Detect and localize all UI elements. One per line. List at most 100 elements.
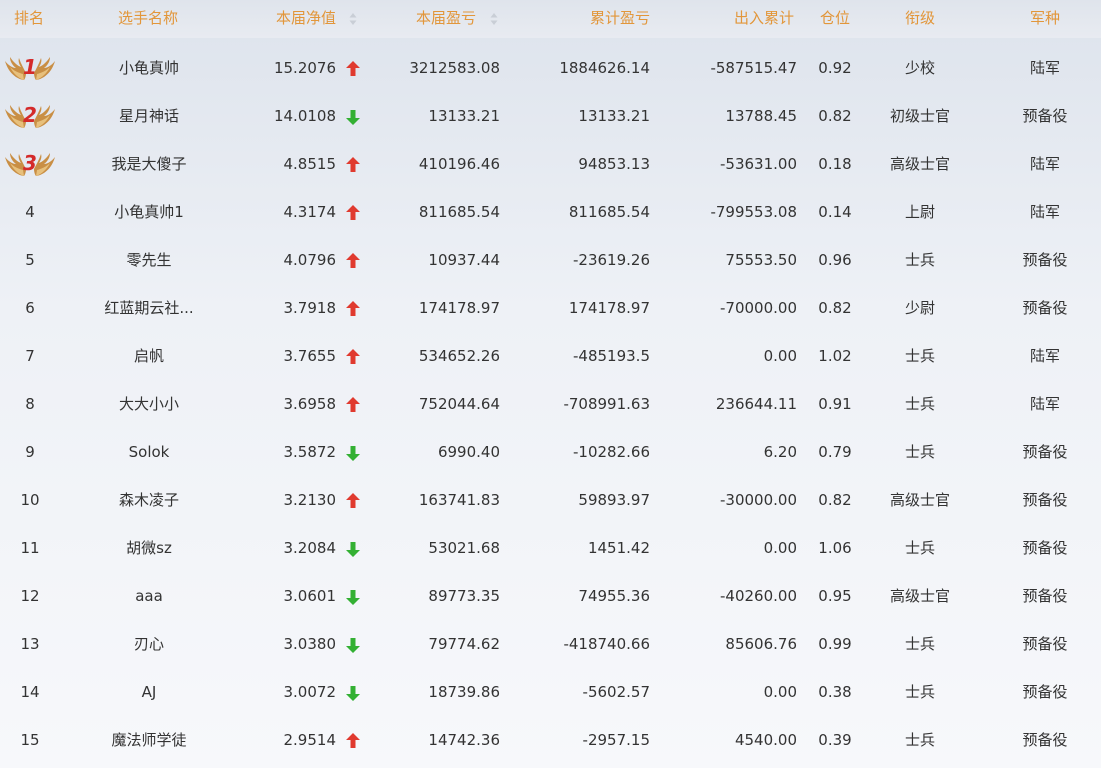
- position-value: 0.82: [818, 491, 852, 509]
- table-row[interactable]: 4 小龟真帅1 4.3174 811685.54 811685.54 -799553.08…: [0, 188, 1101, 236]
- player-name[interactable]: 我是大傻子: [90, 140, 208, 188]
- profit-value: 18739.86: [428, 683, 500, 701]
- rank-title: 士兵: [904, 635, 935, 653]
- cumulative-profit-value: 1884626.14: [559, 59, 650, 77]
- position-value: 1.02: [818, 347, 852, 365]
- table-row[interactable]: 5 零先生 4.0796 10937.44 -23619.26 75553.50 0.96 士…: [0, 236, 1101, 284]
- cash-flow-value: -70000.00: [720, 299, 797, 317]
- cumulative-profit-value: -485193.5: [573, 347, 650, 365]
- rank-title: 士兵: [904, 251, 935, 269]
- table-row[interactable]: 13 刃心 3.0380 79774.62 -418740.66 85606.76 0.99…: [0, 620, 1101, 668]
- player-name[interactable]: 大大小小: [90, 380, 208, 428]
- cash-flow-value: 75553.50: [725, 251, 797, 269]
- cash-flow-value: 13788.45: [725, 107, 797, 125]
- net-value: 4.3174: [283, 203, 337, 221]
- profit-value: 410196.46: [418, 155, 500, 173]
- table-row[interactable]: 10 森木凌子 3.2130 163741.83 59893.97 -30000.00 0.…: [0, 476, 1101, 524]
- table-row[interactable]: 11 胡微sz 3.2084 53021.68 1451.42 0.00 1.06 士兵 预备役: [0, 524, 1101, 572]
- branch-value: 预备役: [1022, 491, 1068, 509]
- player-name[interactable]: 启帆: [90, 332, 208, 380]
- player-name[interactable]: 胡微sz: [90, 524, 208, 572]
- rank-badge-wings-icon: 2: [4, 100, 56, 132]
- table-row[interactable]: 2 星月神话 14.0108 13133.21 13133.21 13788.45 0.82…: [0, 92, 1101, 140]
- player-name[interactable]: aaa: [90, 572, 208, 620]
- position-value: 0.18: [818, 155, 852, 173]
- arrow-up-icon: [346, 733, 360, 748]
- player-name[interactable]: AJ: [90, 668, 208, 716]
- rank-title: 初级士官: [889, 107, 950, 125]
- arrow-up-icon: [346, 205, 360, 220]
- header-name[interactable]: 选手名称: [88, 0, 208, 38]
- player-name[interactable]: Solok: [90, 428, 208, 476]
- player-name[interactable]: 零先生: [90, 236, 208, 284]
- profit-value: 79774.62: [428, 635, 500, 653]
- table-row[interactable]: 3 我是大傻子 4.8515 410196.46 94853.13 -53631.00 0.…: [0, 140, 1101, 188]
- rank-number: 2: [23, 103, 37, 127]
- player-name[interactable]: 小龟真帅: [90, 44, 208, 92]
- header-cumulative-profit[interactable]: 累计盈亏: [530, 0, 650, 38]
- player-name[interactable]: 小龟真帅1: [90, 188, 208, 236]
- arrow-up-icon: [346, 301, 360, 316]
- player-name[interactable]: 刃心: [90, 620, 208, 668]
- position-value: 0.39: [818, 731, 852, 749]
- rank-title: 士兵: [904, 683, 935, 701]
- branch-value: 陆军: [1029, 59, 1060, 77]
- cash-flow-value: 6.20: [763, 443, 797, 461]
- table-row[interactable]: 14 AJ 3.0072 18739.86 -5602.57 0.00 0.38 士兵 预备役: [0, 668, 1101, 716]
- branch-value: 陆军: [1029, 155, 1060, 173]
- rank-badge-wings-icon: 1: [4, 52, 56, 84]
- profit-value: 811685.54: [418, 203, 500, 221]
- branch-value: 陆军: [1029, 395, 1060, 413]
- player-name[interactable]: 森木凌子: [90, 476, 208, 524]
- header-cash-flow[interactable]: 出入累计: [680, 0, 794, 38]
- rank-title: 高级士官: [889, 587, 950, 605]
- cumulative-profit-value: 13133.21: [578, 107, 650, 125]
- header-branch[interactable]: 军种: [995, 0, 1095, 38]
- cumulative-profit-value: 174178.97: [568, 299, 650, 317]
- table-row[interactable]: 15 魔法师学徒 2.9514 14742.36 -2957.15 4540.00 0.39…: [0, 716, 1101, 764]
- rank-title: 少尉: [904, 299, 935, 317]
- table-row[interactable]: 12 aaa 3.0601 89773.35 74955.36 -40260.00 0.95…: [0, 572, 1101, 620]
- header-title[interactable]: 衔级: [870, 0, 970, 38]
- header-position[interactable]: 仓位: [805, 0, 865, 38]
- player-name[interactable]: 魔法师学徒: [90, 716, 208, 764]
- player-name[interactable]: 星月神话: [90, 92, 208, 140]
- rank-number: 11: [20, 539, 40, 557]
- branch-value: 预备役: [1022, 107, 1068, 125]
- header-rank[interactable]: 排名: [0, 0, 58, 38]
- branch-value: 预备役: [1022, 683, 1068, 701]
- header-net-value[interactable]: 本届净值: [236, 0, 336, 38]
- header-profit[interactable]: 本届盈亏: [376, 0, 476, 38]
- rank-title: 士兵: [904, 443, 935, 461]
- table-row[interactable]: 8 大大小小 3.6958 752044.64 -708991.63 236644.11 0…: [0, 380, 1101, 428]
- position-value: 0.91: [818, 395, 852, 413]
- table-row[interactable]: 9 Solok 3.5872 6990.40 -10282.66 6.20 0.79 士兵 预备…: [0, 428, 1101, 476]
- position-value: 0.38: [818, 683, 852, 701]
- rank-number: 9: [25, 443, 35, 461]
- table-row[interactable]: 7 启帆 3.7655 534652.26 -485193.5 0.00 1.02 士兵 陆军: [0, 332, 1101, 380]
- cash-flow-value: -30000.00: [720, 491, 797, 509]
- arrow-down-icon: [346, 590, 360, 605]
- table-row[interactable]: 6 红蓝期云社... 3.7918 174178.97 174178.97 -70000.…: [0, 284, 1101, 332]
- rank-number: 12: [20, 587, 40, 605]
- player-name[interactable]: 红蓝期云社...: [90, 284, 208, 332]
- table-row[interactable]: 1 小龟真帅 15.2076 3212583.08 1884626.14 -587515.…: [0, 44, 1101, 92]
- branch-value: 预备役: [1022, 635, 1068, 653]
- cumulative-profit-value: -2957.15: [582, 731, 650, 749]
- sort-icon[interactable]: [349, 12, 357, 26]
- arrow-up-icon: [346, 61, 360, 76]
- cumulative-profit-value: -23619.26: [573, 251, 650, 269]
- branch-value: 预备役: [1022, 251, 1068, 269]
- rank-number: 7: [25, 347, 35, 365]
- sort-icon[interactable]: [490, 12, 498, 26]
- branch-value: 预备役: [1022, 587, 1068, 605]
- rank-number: 1: [23, 55, 37, 79]
- cash-flow-value: 0.00: [763, 683, 797, 701]
- cumulative-profit-value: -10282.66: [573, 443, 650, 461]
- net-value: 3.0072: [283, 683, 337, 701]
- rank-number: 6: [25, 299, 35, 317]
- rank-title: 高级士官: [889, 491, 950, 509]
- position-value: 0.96: [818, 251, 852, 269]
- branch-value: 陆军: [1029, 203, 1060, 221]
- profit-value: 534652.26: [418, 347, 500, 365]
